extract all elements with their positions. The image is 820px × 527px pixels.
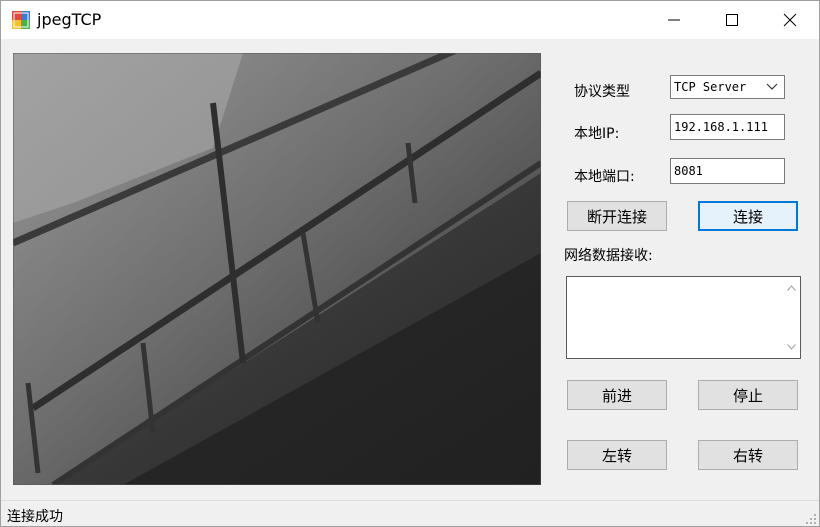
minimize-icon [668,19,680,21]
minimize-button[interactable] [645,1,703,39]
window-title: jpegTCP [37,10,102,29]
connect-button[interactable]: 连接 [698,201,798,231]
resize-grip-icon[interactable] [805,513,817,525]
status-bar: 连接成功 [1,500,819,526]
status-text: 连接成功 [7,509,63,525]
client-area: 协议类型 TCP Server 本地IP: 192.168.1.111 本地端口… [1,39,819,500]
protocol-label: 协议类型 [574,84,630,100]
turn-right-button[interactable]: 右转 [698,440,798,470]
turn-left-button[interactable]: 左转 [567,440,667,470]
ip-input[interactable]: 192.168.1.111 [670,114,785,140]
chevron-down-icon [766,83,778,90]
maximize-icon [726,14,738,26]
receive-label: 网络数据接收: [564,248,653,264]
video-picture-box [13,53,541,485]
protocol-value: TCP Server [674,80,747,94]
textarea-scrollbar[interactable] [782,277,800,358]
forward-button[interactable]: 前进 [567,380,667,410]
maximize-button[interactable] [703,1,761,39]
ip-label: 本地IP: [574,126,620,142]
title-bar[interactable]: jpegTCP [1,1,819,39]
close-icon [783,13,797,27]
app-window: jpegTCP 协议类型 TCP Server 本地IP: 192.168.1.… [0,0,820,527]
camera-image [13,53,541,485]
close-button[interactable] [761,1,819,39]
app-icon [12,11,30,29]
scroll-up-icon[interactable] [787,285,796,291]
receive-textarea[interactable] [566,276,801,359]
port-label: 本地端口: [574,169,635,185]
port-input[interactable]: 8081 [670,158,785,184]
scroll-down-icon[interactable] [787,344,796,350]
protocol-select[interactable]: TCP Server [670,75,785,99]
stop-button[interactable]: 停止 [698,380,798,410]
disconnect-button[interactable]: 断开连接 [567,201,667,231]
